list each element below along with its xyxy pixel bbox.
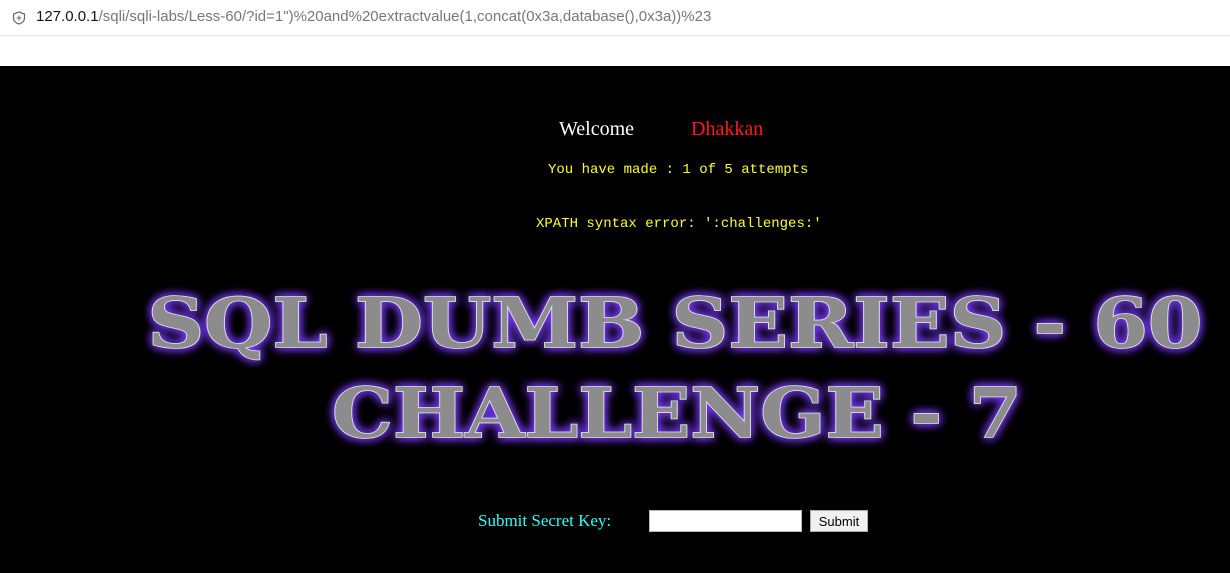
banner-line-1: SQL DUMB SERIES - 60 — [148, 284, 1203, 364]
url-host: 127.0.0.1 — [36, 8, 99, 25]
url-path: /sqli/sqli-labs/Less-60/?id=1")%20and%20… — [98, 8, 712, 25]
secret-key-label: Submit Secret Key: — [478, 511, 612, 530]
attempts-counter: You have made : 1 of 5 attempts — [548, 162, 809, 178]
submit-button[interactable]: Submit — [810, 510, 868, 532]
secret-key-input[interactable] — [649, 510, 802, 532]
shield-icon — [12, 11, 26, 25]
welcome-username: Dhakkan — [691, 118, 764, 140]
challenge-banner: SQL DUMB SERIES - 60 CHALLENGE - 7 — [147, 283, 1204, 455]
page-content: Welcome Dhakkan You have made : 1 of 5 a… — [0, 66, 1230, 573]
address-bar[interactable]: 127.0.0.1/sqli/sqli-labs/Less-60/?id=1")… — [0, 0, 1230, 36]
url-text[interactable]: 127.0.0.1/sqli/sqli-labs/Less-60/?id=1")… — [36, 8, 711, 25]
toolbar-spacer — [0, 36, 1230, 66]
secret-key-form: Submit Secret Key: Submit — [0, 510, 1230, 534]
welcome-label: Welcome — [559, 118, 635, 140]
xpath-error-message: XPATH syntax error: ':challenges:' — [536, 216, 822, 232]
banner-line-2: CHALLENGE - 7 — [332, 374, 1022, 454]
